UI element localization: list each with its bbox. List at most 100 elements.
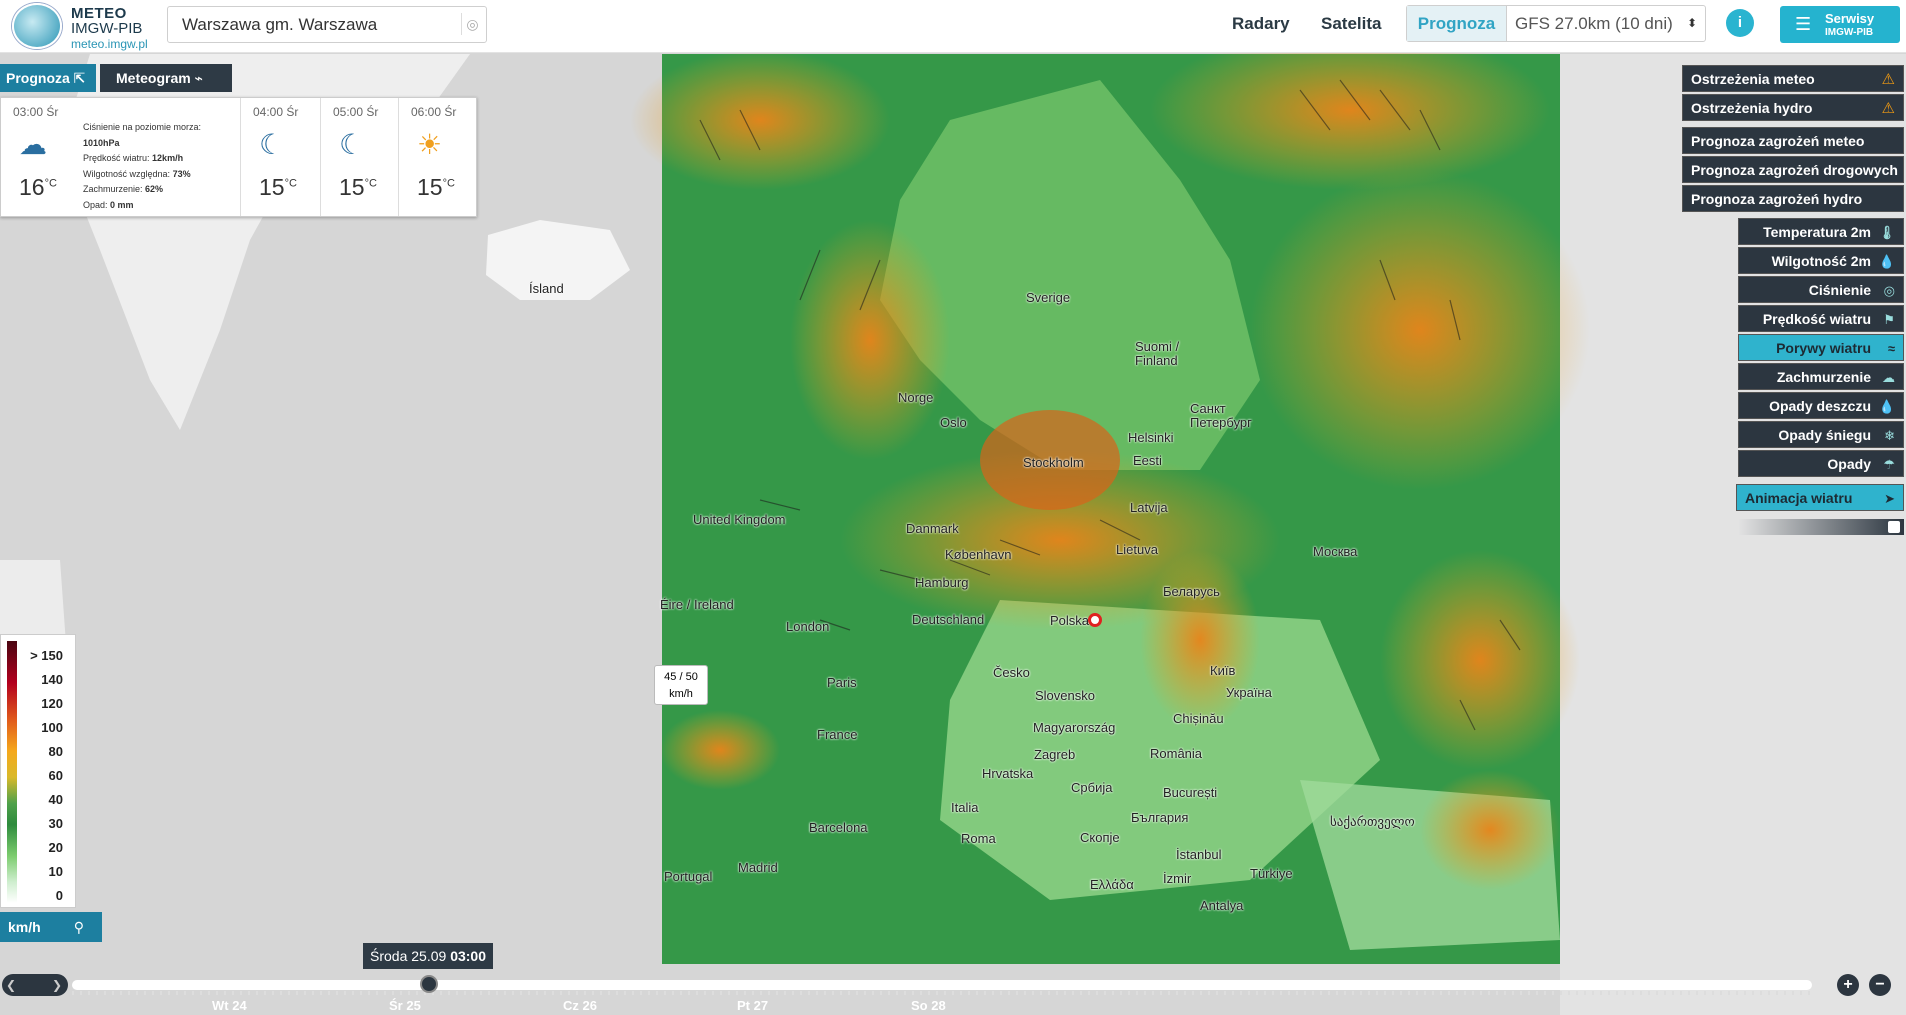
- legend-value: 40: [48, 792, 63, 807]
- map-label: Ελλάδα: [1090, 877, 1134, 892]
- info-icon[interactable]: i: [1726, 9, 1754, 37]
- zoom-out-button[interactable]: −: [1869, 974, 1891, 996]
- opacity-slider-handle[interactable]: [1888, 521, 1900, 533]
- slot-temperature: 15°C: [339, 174, 377, 201]
- map-label: United Kingdom: [693, 512, 786, 527]
- opacity-slider[interactable]: [1738, 519, 1904, 535]
- forecast-slot[interactable]: 03:00 Śr ☁ 16°C Ciśnienie na poziomie mo…: [1, 98, 241, 216]
- legend-value: 0: [55, 888, 63, 903]
- pressure-value: 1010hPa: [83, 137, 120, 148]
- logo-url[interactable]: meteo.imgw.pl: [71, 37, 148, 51]
- timeline-track[interactable]: [72, 980, 1812, 990]
- threats-meteo[interactable]: Prognoza zagrożeń meteo: [1682, 127, 1904, 154]
- sun-icon: ☀: [417, 129, 443, 160]
- location-search-input[interactable]: Warszawa gm. Warszawa: [167, 6, 487, 43]
- layer-pressure[interactable]: Ciśnienie ◎: [1738, 276, 1904, 303]
- warnings-hydro[interactable]: Ostrzeżenia hydro ⚠: [1682, 94, 1904, 121]
- map-label: Helsinki: [1128, 430, 1174, 445]
- map-label: Slovensko: [1035, 688, 1095, 703]
- gauge-icon: ◎: [1883, 283, 1895, 298]
- map-label: København: [945, 547, 1012, 562]
- map-label: Suomi / Finland: [1135, 339, 1180, 368]
- services-button[interactable]: ☰ Serwisy IMGW-PIB: [1780, 6, 1900, 43]
- warnings-meteo[interactable]: Ostrzeżenia meteo ⚠: [1682, 65, 1904, 92]
- map-label: Polska: [1050, 613, 1090, 628]
- timeline-day[interactable]: Wt 24: [212, 998, 247, 1013]
- timeline-day[interactable]: Cz 26: [563, 998, 597, 1013]
- layer-label: Temperatura 2m: [1763, 224, 1871, 240]
- slot-temp-value: 15: [259, 174, 285, 200]
- map-label: Hamburg: [915, 575, 969, 590]
- threats-road[interactable]: Prognoza zagrożeń drogowych: [1682, 156, 1904, 183]
- timeline-step-buttons[interactable]: ❮ ❯: [2, 974, 68, 996]
- slot-temperature: 15°C: [259, 174, 297, 201]
- imgw-logo[interactable]: [12, 3, 62, 49]
- layer-label: Opady: [1827, 456, 1871, 472]
- tab-meteogram[interactable]: Meteogram ⌁: [100, 64, 232, 92]
- map-label: Oslo: [940, 415, 967, 430]
- partly-cloudy-icon: ☁: [19, 129, 47, 160]
- timeline-current-label: Środa 25.09 03:00: [363, 943, 493, 969]
- slot-time: 04:00 Śr: [253, 105, 299, 119]
- forecast-slot[interactable]: 05:00 Śr ☾ 15°C: [321, 98, 399, 216]
- layer-precip[interactable]: Opady ☂: [1738, 450, 1904, 477]
- map-label: London: [786, 619, 830, 634]
- model-select[interactable]: GFS 27.0km (10 dni): [1515, 6, 1673, 41]
- chevron-left-icon[interactable]: ❮: [6, 978, 16, 992]
- nav-radary[interactable]: Radary: [1232, 14, 1290, 34]
- layer-humidity[interactable]: Wilgotność 2m 💧: [1738, 247, 1904, 274]
- unit-selector[interactable]: km/h ⚲: [0, 912, 102, 942]
- chevron-right-icon[interactable]: ❯: [52, 974, 62, 996]
- legend-value: 80: [48, 744, 63, 759]
- map-label: Roma: [961, 831, 996, 846]
- layer-temperature[interactable]: Temperatura 2m 🌡: [1738, 218, 1904, 245]
- layer-rain[interactable]: Opady deszczu 💧: [1738, 392, 1904, 419]
- slot-temperature: 16°C: [19, 174, 57, 201]
- map-label: Eesti: [1133, 453, 1162, 468]
- external-link-icon: ⇱: [73, 70, 86, 86]
- legend-value: 100: [41, 720, 63, 735]
- timeline-day[interactable]: So 28: [911, 998, 946, 1013]
- layer-clouds[interactable]: Zachmurzenie ☁: [1738, 363, 1904, 390]
- layer-label: Prędkość wiatru: [1762, 311, 1871, 327]
- legend-value: 120: [41, 696, 63, 711]
- map-label: საქართველო: [1330, 814, 1415, 829]
- map-label: Stockholm: [1023, 455, 1084, 470]
- locate-icon[interactable]: ◎: [461, 13, 483, 35]
- legend-value: 140: [41, 672, 63, 687]
- location-marker[interactable]: [1088, 613, 1102, 627]
- warning-icon: ⚠: [1881, 100, 1895, 117]
- slot-temperature: 15°C: [417, 174, 455, 201]
- map-label: Скопје: [1080, 830, 1120, 845]
- droplet-icon: 💧: [1878, 254, 1895, 269]
- wind-animation-toggle[interactable]: Animacja wiatru ➤: [1736, 484, 1904, 511]
- map-label: București: [1163, 785, 1218, 800]
- layer-label: Animacja wiatru: [1745, 490, 1853, 506]
- navigation-icon: ➤: [1884, 491, 1895, 506]
- layer-snow[interactable]: Opady śniegu ❄: [1738, 421, 1904, 448]
- app-root: Ísland Sverige Suomi / Finland Norge Osl…: [0, 0, 1906, 1015]
- map-label: Lietuva: [1116, 542, 1158, 557]
- layer-wind-speed[interactable]: Prędkość wiatru ⚑: [1738, 305, 1904, 332]
- slot-time: 03:00 Śr: [13, 105, 59, 119]
- map-label: Madrid: [738, 860, 778, 875]
- map-label: Magyarország: [1033, 720, 1116, 735]
- timeline-day[interactable]: Śr 25: [389, 998, 421, 1013]
- nav-prognoza[interactable]: Prognoza: [1407, 6, 1507, 41]
- timeline-day[interactable]: Pt 27: [737, 998, 768, 1013]
- pressure-label: Ciśnienie na poziomie morza:: [83, 122, 202, 132]
- temp-unit: °C: [364, 177, 377, 190]
- forecast-slot[interactable]: 06:00 Śr ☀ 15°C: [399, 98, 477, 216]
- nav-satelita[interactable]: Satelita: [1321, 14, 1381, 34]
- legend-value: 30: [48, 816, 63, 831]
- tab-prognoza[interactable]: Prognoza ⇱: [0, 64, 96, 92]
- timeline: ❮ ❯ Wt 24 Śr 25 Cz 26 Pt 27 So 28 + −: [0, 964, 1906, 1015]
- map-label: Київ: [1210, 663, 1236, 678]
- map-label: България: [1131, 810, 1189, 825]
- zoom-in-button[interactable]: +: [1837, 974, 1859, 996]
- timeline-handle[interactable]: [420, 975, 438, 993]
- threats-hydro[interactable]: Prognoza zagrożeń hydro: [1682, 185, 1904, 212]
- cloud-icon: ☁: [1882, 370, 1895, 385]
- forecast-slot[interactable]: 04:00 Śr ☾ 15°C: [241, 98, 321, 216]
- layer-wind-gusts[interactable]: Porywy wiatru ≈: [1738, 334, 1904, 361]
